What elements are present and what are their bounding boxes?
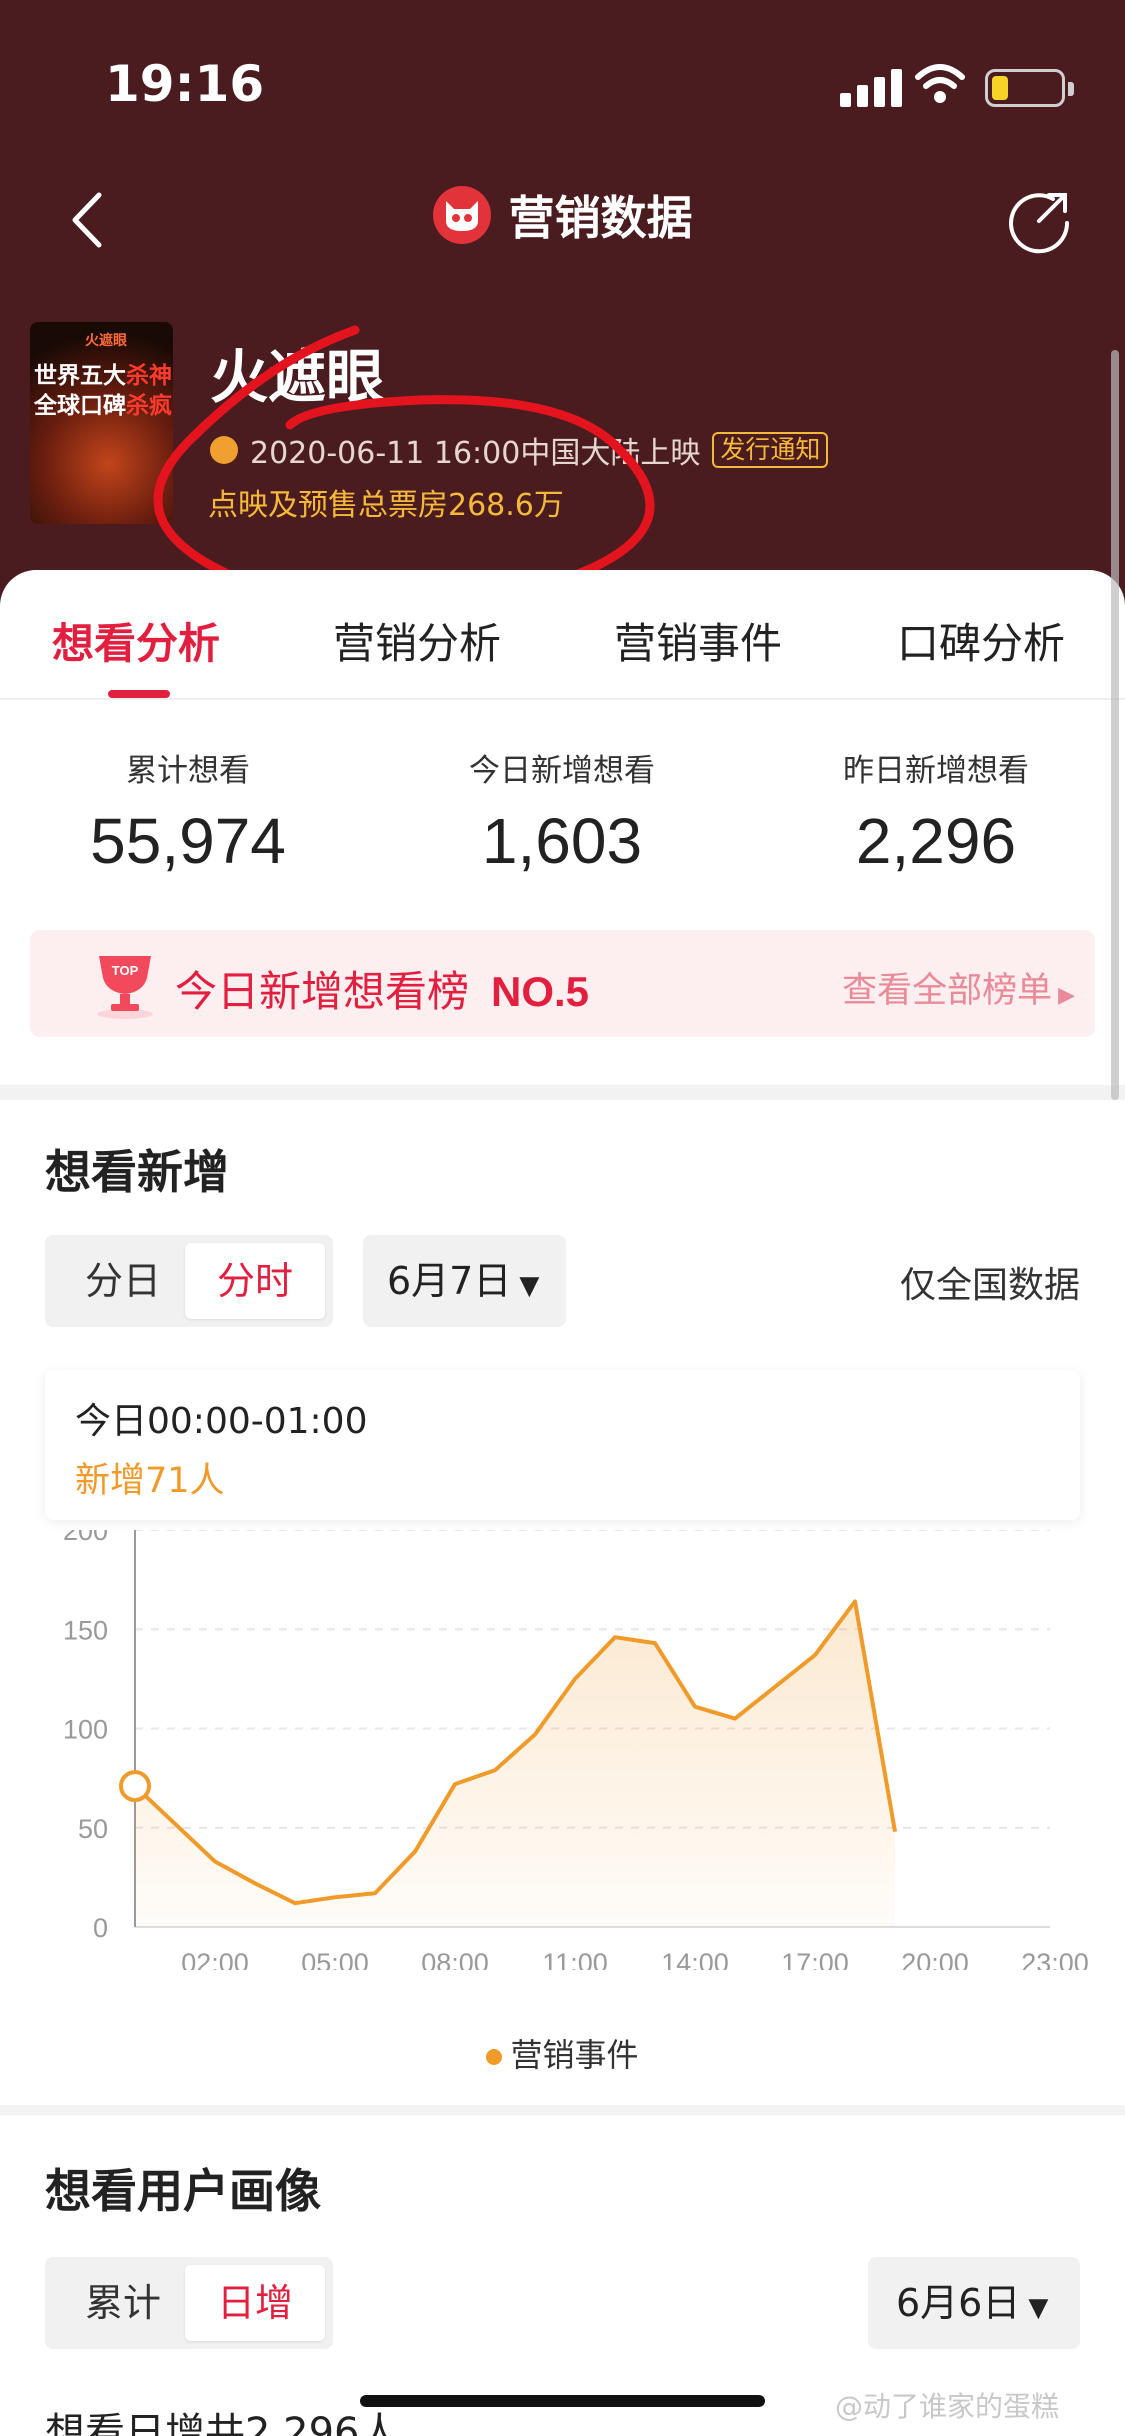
rank-link-label: 查看全部榜单 xyxy=(842,971,1053,1011)
section-title: 想看新增 xyxy=(45,1145,229,1199)
x-tick-label: 11:00 xyxy=(542,1948,608,1970)
status-bar: 19:16 xyxy=(0,55,1125,125)
x-tick-label: 20:00 xyxy=(901,1948,969,1970)
trophy-label: TOP xyxy=(112,963,139,978)
movie-poster[interactable]: 火遮眼 世界五大杀神 全球口碑杀疯 xyxy=(30,322,173,524)
scrollbar[interactable] xyxy=(1111,350,1119,1100)
release-status-icon xyxy=(210,436,238,464)
tooltip-time: 今日00:00-01:00 xyxy=(75,1401,368,1442)
poster-tagline-1: 世界五大杀神 xyxy=(34,363,172,389)
release-notice-badge[interactable]: 发行通知 xyxy=(712,432,829,468)
date-value: 6月6日 xyxy=(896,2281,1021,2325)
stat-yesterday: 昨日新增想看 2,296 xyxy=(776,745,1096,878)
release-text: 2020-06-11 16:00中国大陆上映 xyxy=(250,436,701,471)
segment-cumulative[interactable]: 累计 xyxy=(53,2265,193,2341)
stat-value: 2,296 xyxy=(855,805,1017,877)
presale-boxoffice: 点映及预售总票房268.6万 xyxy=(208,488,564,523)
legend-label: 营销事件 xyxy=(510,2036,639,2074)
caret-right-icon: ▶ xyxy=(1058,983,1075,1008)
y-tick-label: 50 xyxy=(78,1814,108,1844)
battery-icon xyxy=(985,69,1074,107)
profile-segmented-control: 累计 日增 xyxy=(45,2257,333,2349)
hourly-want-chart[interactable]: 0 50 100 150 200 02:00 05:00 08:00 11:00 14:00 17:… xyxy=(0,1530,1125,1970)
date-dropdown[interactable]: 6月7日 ▼ xyxy=(363,1235,566,1327)
cellular-signal-icon xyxy=(840,67,902,107)
chart-legend[interactable]: 营销事件 xyxy=(0,2030,1125,2076)
rank-title: 今日新增想看榜 xyxy=(175,967,470,1016)
tab-marketing-events[interactable]: 营销事件 xyxy=(614,610,782,671)
tab-reputation-analysis[interactable]: 口碑分析 xyxy=(897,610,1065,671)
x-tick-label: 02:00 xyxy=(181,1948,249,1970)
y-tick-label: 150 xyxy=(63,1615,108,1645)
date-value: 6月7日 xyxy=(387,1259,512,1303)
analysis-tabs: 想看分析 营销分析 营销事件 口碑分析 xyxy=(0,570,1125,700)
watermark: @动了谁家的蛋糕 xyxy=(835,2390,1060,2423)
stat-today: 今日新增想看 1,603 xyxy=(402,745,722,878)
home-indicator[interactable] xyxy=(360,2395,765,2407)
stat-value: 1,603 xyxy=(481,805,643,877)
caret-down-icon: ▼ xyxy=(1028,2293,1049,2323)
wifi-icon xyxy=(915,64,965,103)
y-tick-label: 0 xyxy=(93,1913,108,1943)
y-tick-label: 200 xyxy=(63,1530,108,1546)
maoyan-cat-logo-icon xyxy=(432,186,491,244)
tab-marketing-analysis[interactable]: 营销分析 xyxy=(333,610,501,671)
stat-cumulative: 累计想看 55,974 xyxy=(28,745,348,878)
segment-daily-increase[interactable]: 日增 xyxy=(185,2265,325,2341)
stat-label: 昨日新增想看 xyxy=(843,753,1029,789)
selected-point-marker xyxy=(119,1770,151,1803)
x-tick-label: 17:00 xyxy=(781,1948,849,1970)
view-all-rankings-link[interactable]: 查看全部榜单 ▶ xyxy=(842,962,1075,1013)
x-tick-label: 05:00 xyxy=(301,1948,369,1970)
scope-label: 仅全国数据 xyxy=(899,1265,1080,1306)
release-info: 2020-06-11 16:00中国大陆上映 发行通知 xyxy=(210,428,829,472)
want-growth-section: 想看新增 分日 分时 6月7日 ▼ 仅全国数据 今日00:00-01:00 新增7… xyxy=(0,1100,1125,2105)
active-tab-underline xyxy=(108,690,170,698)
stat-label: 今日新增想看 xyxy=(469,753,655,789)
stat-label: 累计想看 xyxy=(126,753,250,789)
rank-banner[interactable]: TOP 今日新增想看榜 NO.5 查看全部榜单 ▶ xyxy=(30,930,1095,1037)
x-tick-label: 14:00 xyxy=(661,1948,729,1970)
nav-bar: 营销数据 xyxy=(0,170,1125,270)
tab-want-analysis[interactable]: 想看分析 xyxy=(52,610,220,671)
poster-tagline-2: 全球口碑杀疯 xyxy=(34,393,172,419)
segment-hourly[interactable]: 分时 xyxy=(185,1243,325,1319)
poster-brand-mark: 火遮眼 xyxy=(85,333,127,349)
y-tick-label: 100 xyxy=(63,1715,108,1745)
share-icon[interactable] xyxy=(1005,185,1075,255)
daily-total-text: 想看日增共2,296人 xyxy=(45,2410,400,2436)
stat-value: 55,974 xyxy=(90,805,286,877)
legend-dot-icon xyxy=(486,2049,503,2065)
granularity-segmented-control: 分日 分时 xyxy=(45,1235,333,1327)
tooltip-value: 新增71人 xyxy=(75,1461,225,1501)
x-tick-label: 08:00 xyxy=(421,1948,489,1970)
segment-daily[interactable]: 分日 xyxy=(53,1243,193,1319)
movie-title: 火遮眼 xyxy=(210,343,385,411)
page-title: 营销数据 xyxy=(508,191,693,245)
want-stats: 累计想看 55,974 今日新增想看 1,603 昨日新增想看 2,296 xyxy=(0,745,1125,885)
rank-number: NO.5 xyxy=(491,968,590,1015)
profile-date-dropdown[interactable]: 6月6日 ▼ xyxy=(868,2257,1080,2349)
analysis-card: 想看分析 营销分析 营销事件 口碑分析 累计想看 55,974 今日新增想看 1… xyxy=(0,570,1125,1085)
status-time: 19:16 xyxy=(105,55,265,113)
chart-tooltip: 今日00:00-01:00 新增71人 xyxy=(45,1370,1080,1520)
caret-down-icon: ▼ xyxy=(519,1271,540,1301)
movie-header: 19:16 营销数据 火遮眼 世界五大杀神 全球口碑杀疯 火遮眼 2020-06… xyxy=(0,0,1125,640)
trophy-icon: TOP xyxy=(97,956,153,1019)
x-tick-label: 23:00 xyxy=(1021,1948,1089,1970)
rank-label: 今日新增想看榜 NO.5 xyxy=(175,958,589,1019)
section-title: 想看用户画像 xyxy=(45,2164,321,2218)
